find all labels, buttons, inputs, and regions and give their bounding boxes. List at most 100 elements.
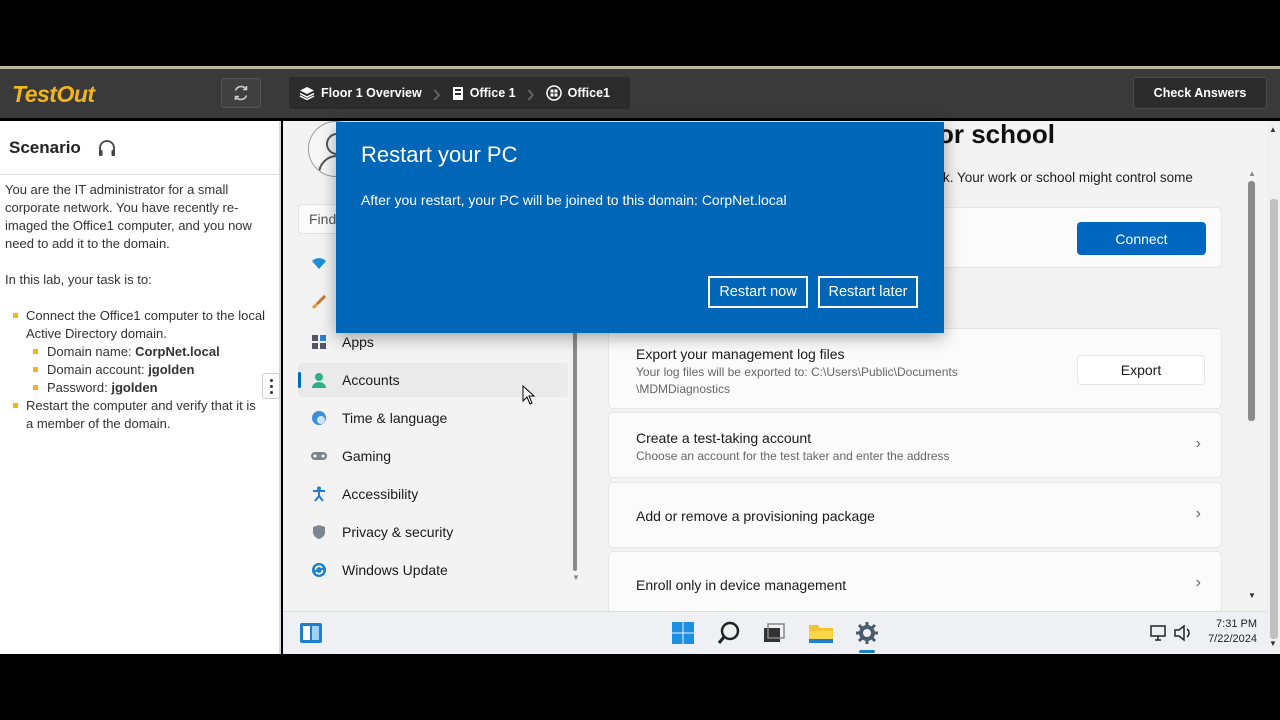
- search-icon[interactable]: [716, 620, 742, 646]
- breadcrumb-label: Office1: [567, 86, 610, 100]
- breadcrumb-separator: ›: [526, 77, 535, 108]
- start-icon[interactable]: [670, 620, 696, 646]
- task-subitem: Domain account: jgolden: [26, 361, 265, 379]
- brush-icon: [310, 293, 328, 311]
- breadcrumb-office1-computer[interactable]: Office1: [536, 77, 620, 109]
- restart-later-button[interactable]: Restart later: [818, 276, 918, 308]
- privacy-security-icon: [310, 523, 328, 541]
- apps-icon: [310, 333, 328, 351]
- building-icon: [452, 86, 463, 100]
- nav-label: Windows Update: [342, 562, 448, 578]
- chevron-right-icon: ›: [1195, 574, 1201, 591]
- chevron-right-icon: ›: [1195, 505, 1201, 522]
- scenario-header: Scenario: [0, 121, 279, 175]
- card-subtitle: Your log files will be exported to: C:\U…: [636, 365, 958, 379]
- task-text: Restart the computer and verify that it …: [26, 398, 256, 431]
- nav-item-windows-update[interactable]: Windows Update: [298, 553, 568, 587]
- task-subitem: Domain name: CorpNet.local: [26, 343, 265, 361]
- chevron-right-icon: ›: [1195, 435, 1201, 452]
- task-subitem: Password: jgolden: [26, 379, 265, 397]
- task-view-icon[interactable]: [761, 620, 787, 646]
- domain-account-label: Domain account:: [47, 362, 145, 377]
- scroll-up-arrow-icon[interactable]: ▲: [1269, 125, 1277, 134]
- scenario-panel: Scenario You are the IT administrator fo…: [0, 121, 281, 654]
- check-answers-button[interactable]: Check Answers: [1133, 77, 1267, 109]
- active-app-indicator: [859, 650, 875, 653]
- gaming-icon: [310, 447, 328, 465]
- task-item: Connect the Office1 computer to the loca…: [5, 307, 265, 397]
- nav-item-accessibility[interactable]: Accessibility: [298, 477, 568, 511]
- mouse-cursor-icon: [522, 385, 536, 405]
- card-title: Create a test-taking account: [636, 430, 812, 446]
- app-toolbar: TestOut Floor 1 Overview › Office 1 › Of…: [0, 66, 1280, 118]
- breadcrumb-office-1[interactable]: Office 1: [442, 77, 526, 109]
- task-item: Restart the computer and verify that it …: [5, 397, 265, 433]
- nav-label: Time & language: [342, 410, 448, 426]
- domain-name-label: Domain name:: [47, 344, 132, 359]
- nav-item-privacy-security[interactable]: Privacy & security: [298, 515, 568, 549]
- task-list: Connect the Office1 computer to the loca…: [5, 307, 265, 433]
- card-title: Export your management log files: [636, 346, 845, 362]
- nav-item-time-language[interactable]: Time & language: [298, 401, 568, 435]
- scroll-down-arrow-icon[interactable]: ▼: [572, 573, 580, 582]
- network-icon[interactable]: [1146, 620, 1172, 646]
- windows-taskbar: 7:31 PM 7/22/2024: [283, 611, 1267, 654]
- breadcrumb-label: Office 1: [469, 86, 516, 100]
- domain-account-value: jgolden: [148, 362, 195, 377]
- scenario-title: Scenario: [9, 137, 81, 157]
- scroll-down-arrow-icon[interactable]: ▼: [1269, 639, 1277, 648]
- card-title: Enroll only in device management: [636, 577, 847, 593]
- nav-label: Gaming: [342, 448, 392, 464]
- dialog-title: Restart your PC: [361, 142, 518, 167]
- file-explorer-icon[interactable]: [808, 620, 834, 646]
- dialog-message: After you restart, your PC will be joine…: [361, 192, 787, 208]
- card-title: Add or remove a provisioning package: [636, 508, 875, 524]
- scroll-down-arrow-icon[interactable]: ▼: [1248, 591, 1256, 600]
- settings-gear-icon[interactable]: [854, 620, 880, 646]
- wifi-icon: [310, 255, 328, 273]
- widgets-icon[interactable]: [298, 620, 324, 646]
- breadcrumb-floor-1-overview[interactable]: Floor 1 Overview: [289, 77, 432, 109]
- windows-update-icon: [310, 561, 328, 579]
- testout-logo: TestOut: [12, 81, 95, 107]
- viewer-scrollbar[interactable]: ▲ ▼: [1267, 121, 1280, 654]
- time-language-icon: [310, 409, 328, 427]
- scenario-text: You are the IT administrator for a small…: [5, 181, 265, 433]
- test-taking-account-card[interactable]: Create a test-taking account Choose an a…: [608, 412, 1222, 478]
- device-management-card[interactable]: Enroll only in device management ›: [608, 551, 1222, 611]
- page-title: or school: [938, 121, 1056, 149]
- restart-dialog: Restart your PC After you restart, your …: [336, 122, 944, 333]
- nav-scrollbar[interactable]: [573, 321, 577, 571]
- headphones-icon[interactable]: [97, 139, 117, 157]
- export-button[interactable]: Export: [1077, 355, 1205, 385]
- password-value: jgolden: [111, 380, 158, 395]
- domain-name-value: CorpNet.local: [135, 344, 220, 359]
- provisioning-package-card[interactable]: Add or remove a provisioning package ›: [608, 482, 1222, 548]
- nav-label: Accessibility: [342, 486, 419, 502]
- layers-icon: [299, 87, 315, 100]
- refresh-icon: [234, 85, 248, 101]
- restart-now-button[interactable]: Restart now: [708, 276, 808, 308]
- nav-label: Privacy & security: [342, 524, 454, 540]
- nav-item-gaming[interactable]: Gaming: [298, 439, 568, 473]
- scrollbar-thumb[interactable]: [1270, 199, 1278, 639]
- taskbar-clock[interactable]: 7:31 PM 7/22/2024: [1208, 617, 1257, 647]
- nav-label: Accounts: [342, 372, 400, 388]
- volume-icon[interactable]: [1170, 620, 1196, 646]
- accessibility-icon: [310, 485, 328, 503]
- scroll-up-arrow-icon[interactable]: ▲: [1248, 169, 1256, 178]
- nav-label: Apps: [342, 334, 374, 350]
- page-description: ork. Your work or school might control s…: [931, 170, 1193, 185]
- clock-date: 7/22/2024: [1208, 633, 1257, 645]
- screen: TestOut Floor 1 Overview › Office 1 › Of…: [0, 0, 1280, 720]
- panel-resize-handle[interactable]: [262, 373, 280, 399]
- breadcrumb-label: Floor 1 Overview: [321, 86, 422, 100]
- card-subtitle: \MDMDiagnostics: [636, 382, 731, 396]
- accounts-icon: [310, 371, 328, 389]
- task-text: Connect the Office1 computer to the loca…: [26, 308, 265, 341]
- refresh-button[interactable]: [221, 78, 261, 108]
- breadcrumb: Floor 1 Overview › Office 1 › Office1: [289, 77, 630, 109]
- computer-icon: [545, 85, 562, 101]
- content-scrollbar[interactable]: [1248, 181, 1255, 421]
- connect-button[interactable]: Connect: [1077, 222, 1206, 255]
